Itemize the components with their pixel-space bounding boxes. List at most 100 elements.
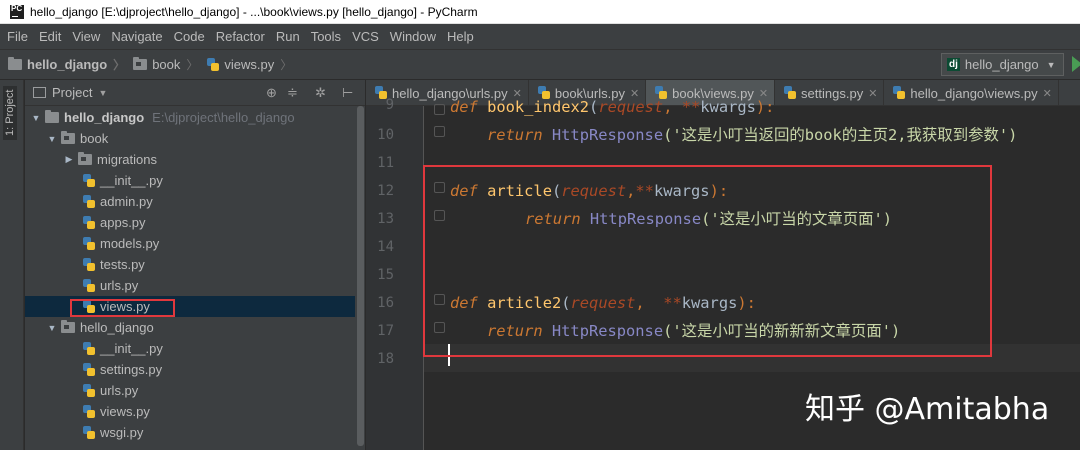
call-token: HttpResponse — [551, 126, 664, 144]
tree-item-hello-django-root[interactable]: ▼ hello_django E:\djproject\hello_django — [25, 107, 355, 128]
python-file-icon — [82, 425, 96, 440]
tree-item-pkg-urls[interactable]: urls.py — [25, 380, 355, 401]
watermark: 知乎 @Amitabha — [805, 392, 1050, 427]
tree-item-book-urls[interactable]: urls.py — [25, 275, 355, 296]
breadcrumb-project[interactable]: hello_django 〉 — [8, 56, 125, 73]
folder-icon — [78, 152, 92, 165]
expanded-arrow-icon[interactable]: ▼ — [45, 323, 59, 333]
chevron-right-icon: 〉 — [280, 58, 293, 72]
fold-marker-icon[interactable] — [434, 126, 445, 137]
run-configuration-select[interactable]: dj hello_django ▼ — [941, 53, 1064, 76]
python-file-icon — [82, 404, 96, 419]
keyword-token: def — [450, 98, 478, 116]
tab-settings[interactable]: settings.py ✕ — [775, 80, 885, 105]
chevron-down-icon: ▼ — [1046, 59, 1056, 70]
breadcrumb-file[interactable]: views.py 〉 — [206, 56, 292, 73]
menu-edit[interactable]: Edit — [32, 29, 65, 44]
tree-item-wsgi[interactable]: wsgi.py — [25, 422, 355, 443]
scrollbar-thumb[interactable] — [357, 106, 364, 446]
collapsed-arrow-icon[interactable]: ▶ — [62, 154, 76, 165]
expanded-arrow-icon[interactable]: ▼ — [29, 113, 43, 123]
fold-marker-icon[interactable] — [434, 104, 445, 115]
annotation-box-code — [423, 165, 992, 357]
tree-item-settings[interactable]: settings.py — [25, 359, 355, 380]
tree-item-label: urls.py — [100, 278, 139, 293]
tree-item-pkg-init[interactable]: __init__.py — [25, 338, 355, 359]
tree-item-label: views.py — [100, 404, 150, 419]
punctuation-token: , — [663, 98, 682, 116]
tree-item-label: hello_django — [80, 320, 154, 335]
line-number: 16 — [377, 295, 394, 311]
locate-icon[interactable]: ⊕ — [266, 85, 277, 101]
tree-item-label: urls.py — [100, 383, 139, 398]
chevron-right-icon: 〉 — [113, 58, 126, 72]
close-icon[interactable]: ✕ — [868, 87, 877, 100]
menu-refactor[interactable]: Refactor — [209, 29, 269, 44]
tree-item-admin[interactable]: admin.py — [25, 191, 355, 212]
breadcrumb-label: views.py — [224, 57, 275, 72]
expanded-arrow-icon[interactable]: ▼ — [45, 134, 59, 144]
editor-gutter: 9 10 11 12 13 14 15 16 17 18 — [366, 97, 445, 450]
folder-icon — [61, 131, 75, 144]
tree-item-label: models.py — [100, 236, 160, 251]
menu-help[interactable]: Help — [440, 29, 478, 44]
django-icon: dj — [947, 58, 960, 71]
operator-token: ** — [681, 98, 701, 116]
chevron-down-icon[interactable]: ▼ — [98, 88, 107, 98]
tree-item-book-init[interactable]: __init__.py — [25, 170, 355, 191]
python-file-icon — [892, 86, 906, 100]
chevron-right-icon: 〉 — [186, 58, 199, 72]
tab-label: settings.py — [801, 85, 864, 101]
run-configuration-label: hello_django — [964, 57, 1039, 72]
punctuation-token: ): — [755, 98, 775, 116]
python-file-icon — [82, 278, 96, 293]
menu-file[interactable]: File — [0, 29, 32, 44]
menu-view[interactable]: View — [65, 29, 104, 44]
project-tool-button[interactable]: 1: Project — [3, 85, 17, 140]
tree-item-migrations[interactable]: ▶ migrations — [25, 149, 355, 170]
project-view-selector[interactable]: Project — [52, 85, 92, 100]
code-line-9: def book_index2(request, **kwargs): — [450, 93, 774, 121]
tree-item-label: migrations — [97, 152, 157, 167]
folder-icon — [61, 320, 75, 333]
run-icon[interactable] — [1072, 56, 1080, 72]
tree-item-label: hello_django — [64, 110, 145, 125]
title-bar: PC hello_django [E:\djproject\hello_djan… — [0, 0, 1080, 24]
menu-tools[interactable]: Tools — [304, 29, 345, 44]
line-number: 10 — [377, 127, 394, 143]
project-scrollbar[interactable] — [355, 106, 365, 450]
collapse-all-icon[interactable]: ≑ — [287, 85, 298, 101]
project-view-icon — [33, 87, 46, 98]
python-file-icon — [82, 257, 96, 272]
breadcrumb-book[interactable]: book 〉 — [133, 56, 198, 73]
menu-code[interactable]: Code — [167, 29, 209, 44]
tree-item-hello-django-pkg[interactable]: ▼ hello_django — [25, 317, 355, 338]
navigation-bar: hello_django 〉 book 〉 views.py 〉 dj hello_d… — [0, 50, 1080, 80]
tree-item-label: __init__.py — [100, 341, 163, 356]
tree-item-tests[interactable]: tests.py — [25, 254, 355, 275]
python-file-icon — [82, 362, 96, 377]
line-number: 12 — [377, 183, 394, 199]
annotation-box-views — [70, 299, 175, 317]
line-number: 11 — [377, 155, 394, 171]
tree-item-models[interactable]: models.py — [25, 233, 355, 254]
hide-panel-icon[interactable]: ⊢ — [342, 85, 353, 101]
breadcrumb-label: hello_django — [27, 57, 108, 72]
line-number: 15 — [377, 267, 394, 283]
tree-item-book[interactable]: ▼ book — [25, 128, 355, 149]
menu-navigate[interactable]: Navigate — [104, 29, 166, 44]
tab-hello-django-views[interactable]: hello_django\views.py ✕ — [884, 80, 1059, 105]
python-file-icon — [783, 86, 797, 100]
menu-vcs[interactable]: VCS — [345, 29, 383, 44]
close-icon[interactable]: ✕ — [1043, 87, 1052, 100]
menu-window[interactable]: Window — [383, 29, 440, 44]
tree-item-label: book — [80, 131, 109, 146]
project-panel-header: Project ▼ ⊕ ≑ ✲ ⊢ — [25, 80, 365, 106]
gear-icon[interactable]: ✲ — [315, 85, 326, 101]
code-line-10: return HttpResponse('这是小叮当返回的book的主页2,我获… — [487, 121, 1017, 149]
tree-item-apps[interactable]: apps.py — [25, 212, 355, 233]
menu-run[interactable]: Run — [269, 29, 304, 44]
tab-label: hello_django\views.py — [910, 85, 1038, 101]
keyword-token: return — [487, 126, 543, 144]
tree-item-pkg-views[interactable]: views.py — [25, 401, 355, 422]
